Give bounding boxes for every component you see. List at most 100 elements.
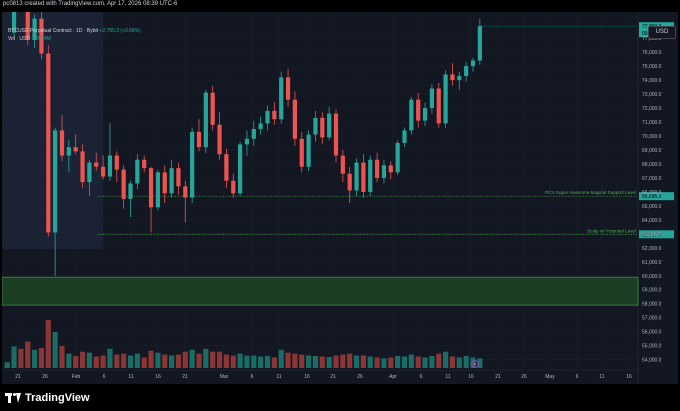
volume-bar (59, 345, 65, 368)
price-tick-label: 64,000.0 (642, 218, 662, 224)
time-tick-label: 11 (445, 374, 450, 380)
candle-body (450, 74, 455, 81)
candle-body (361, 162, 366, 192)
volume-bar (306, 355, 312, 368)
chart-frame[interactable]: PC's Super Awesome Magical Support Level… (2, 12, 678, 384)
candle-body (238, 144, 243, 194)
volume-bar (443, 351, 449, 368)
candle-body (457, 75, 462, 81)
credit-bar: pc0813 created with TradingView.com, Apr… (0, 0, 680, 12)
event-marker-dot (473, 362, 477, 366)
candle-body (135, 159, 140, 184)
volume-label[interactable]: Vol · USD (8, 36, 30, 42)
candle-body (162, 172, 167, 194)
candle-body (265, 110, 270, 124)
candle-body (299, 138, 304, 167)
volume-bar (52, 332, 58, 368)
level-label: PC's Super Awesome Magical Support Level (545, 190, 636, 195)
volume-bar (436, 353, 442, 368)
axis-separator-top (2, 12, 678, 384)
time-tick-label: Mar (220, 374, 229, 380)
volume-bar (189, 349, 195, 368)
volume-bar (100, 355, 106, 368)
volume-bar (182, 351, 188, 368)
price-tick-label: 68,000.0 (642, 162, 662, 168)
candle-body (409, 99, 414, 131)
time-tick-label: 11 (128, 374, 133, 380)
volume-bar (73, 356, 79, 368)
time-tick-label: 16 (468, 374, 474, 380)
volume-bar (11, 346, 17, 368)
time-tick-label: 11 (599, 374, 604, 380)
candle-body (155, 172, 160, 208)
price-chart[interactable]: PC's Super Awesome Magical Support Level… (2, 12, 678, 384)
currency-button[interactable]: USD (648, 26, 676, 39)
candle-body (114, 155, 119, 170)
volume-bar (340, 354, 346, 368)
chart-legend: BTCUSD Perpetual Contract · 1D · Bybit +… (8, 27, 141, 43)
tradingview-logo[interactable]: TradingView (5, 390, 90, 406)
volume-bar (121, 353, 127, 368)
time-tick-label: 16 (304, 374, 310, 380)
candle-body (190, 131, 195, 198)
volume-bar (374, 357, 380, 368)
volume-bar (319, 356, 325, 368)
time-tick-label: 6 (576, 374, 579, 380)
time-tick-label: 16 (626, 374, 632, 380)
price-tick-label: 71,000.0 (642, 120, 662, 126)
candle-body (443, 74, 448, 124)
volume-bar (114, 354, 120, 368)
footer: TradingView (0, 385, 680, 411)
volume-bar (449, 356, 456, 368)
candle-body (477, 26, 482, 61)
volume-bar (18, 348, 24, 368)
volume-bar (388, 357, 394, 368)
candle-body (203, 92, 208, 148)
candle-body (327, 113, 332, 138)
volume-bar (271, 357, 277, 368)
time-tick-label: 16 (155, 374, 161, 380)
candle-body (196, 131, 202, 148)
candle-body (436, 88, 441, 124)
volume-bar (223, 354, 229, 368)
time-tick-label: 26 (42, 374, 48, 380)
time-tick-label: 11 (276, 374, 281, 380)
candle-body (121, 169, 126, 199)
volume-bar (333, 355, 339, 368)
candle-body (333, 113, 339, 156)
volume-bar (244, 355, 250, 368)
volume-bar (251, 355, 257, 368)
volume-bar (155, 352, 161, 368)
volume-bar (429, 356, 435, 368)
volume-bar (278, 349, 284, 368)
volume-bar (148, 350, 154, 368)
price-tick-label: 74,000.0 (642, 78, 662, 84)
price-tick-label: 61,000.0 (642, 260, 662, 266)
time-tick-label: Apr (389, 374, 397, 380)
candle-body (306, 134, 311, 167)
tradingview-logo-icon (5, 393, 21, 403)
time-tick-label: 6 (103, 374, 106, 380)
candle-body (429, 88, 434, 109)
price-tick-label: 57,000.0 (642, 316, 662, 322)
time-tick-label: 26 (357, 374, 363, 380)
symbol-title[interactable]: BTCUSD Perpetual Contract · 1D · Bybit (8, 28, 98, 34)
candle-body (368, 159, 373, 192)
volume-bar (203, 348, 209, 368)
candle-body (313, 117, 318, 135)
volume-bar (25, 341, 31, 368)
candle-body (464, 66, 469, 76)
candle-body (402, 130, 407, 143)
volume-bar (162, 354, 168, 368)
candle-body (375, 159, 380, 178)
volume-bar (456, 357, 462, 368)
volume-bar (127, 355, 134, 368)
volume-bar (141, 357, 147, 368)
candle-body (46, 53, 51, 233)
price-tick-label: 58,000.0 (642, 302, 662, 308)
candle-body (231, 180, 236, 194)
price-tick-label: 62,000.0 (642, 246, 662, 252)
highlight-shade (2, 12, 103, 249)
candle-body (279, 77, 284, 120)
price-tick-label: 73,000.0 (642, 92, 662, 98)
